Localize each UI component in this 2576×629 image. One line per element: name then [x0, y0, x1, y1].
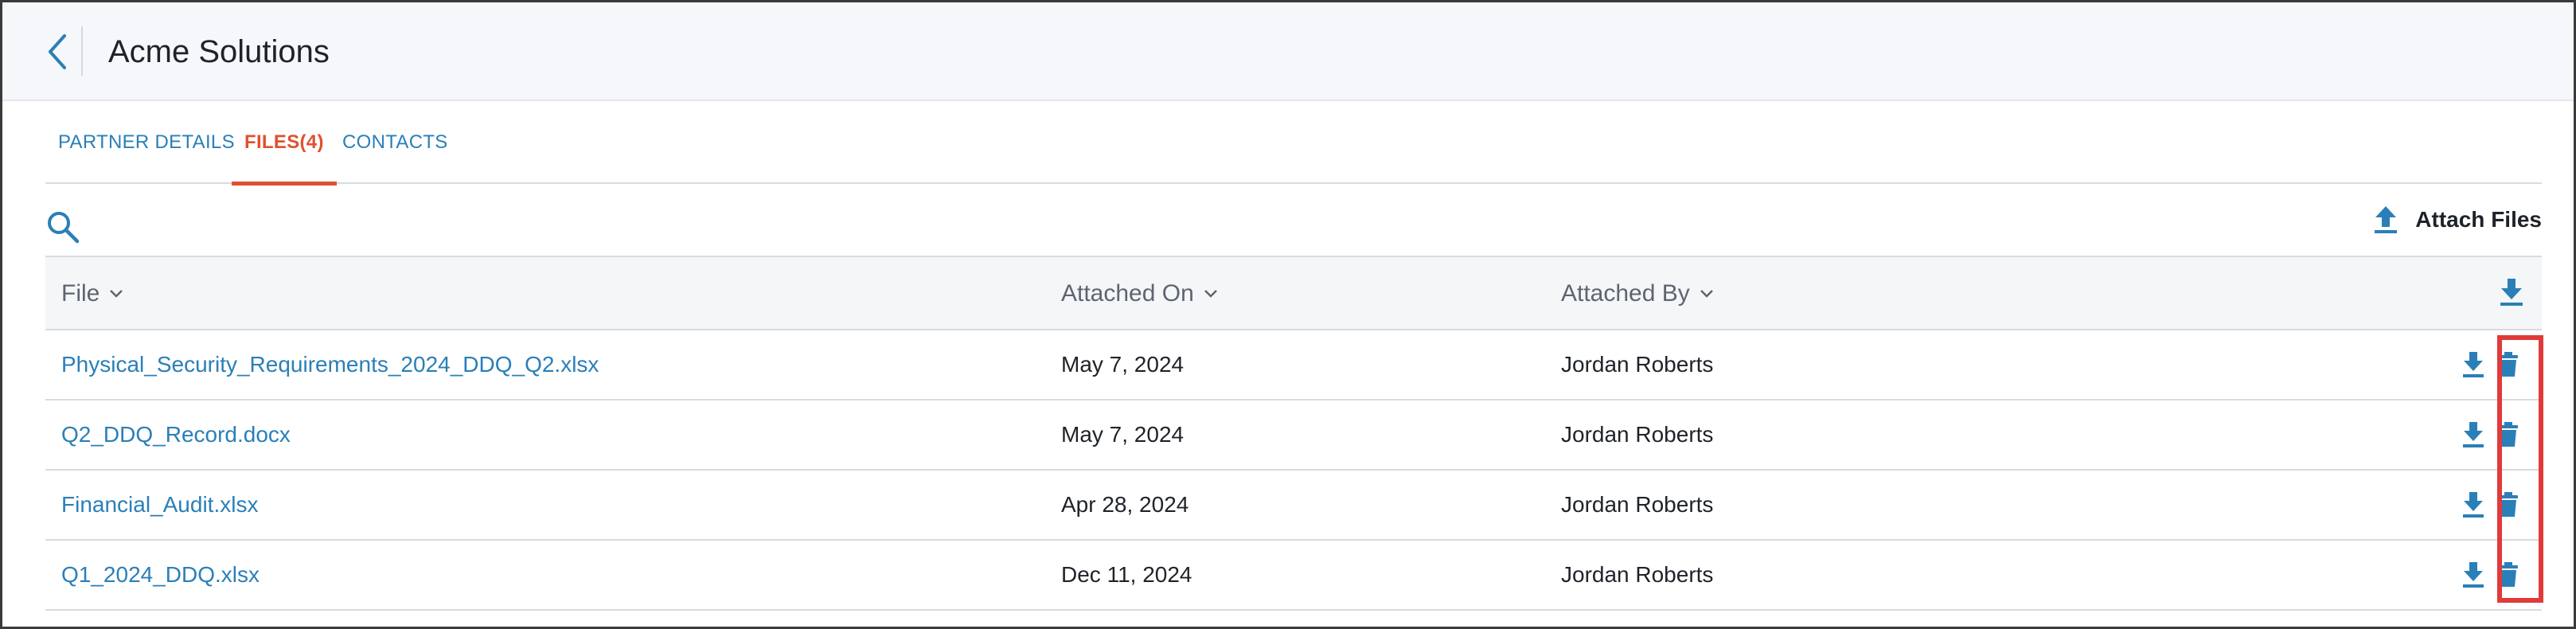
- attached-on-cell: Apr 28, 2024: [1061, 492, 1189, 517]
- tab-partner-details[interactable]: PARTNER DETAILS: [58, 101, 235, 184]
- file-link[interactable]: Q1_2024_DDQ.xlsx: [61, 562, 260, 588]
- tab-files[interactable]: FILES(4): [232, 101, 337, 186]
- column-header-label: File: [61, 280, 100, 307]
- column-header-label: Attached On: [1061, 280, 1194, 307]
- table-row: Q1_2024_DDQ.xlsx Dec 11, 2024 Jordan Rob…: [45, 541, 2542, 611]
- file-cell: Physical_Security_Requirements_2024_DDQ_…: [61, 330, 599, 399]
- page-header: Acme Solutions: [2, 2, 2574, 101]
- delete-file-button[interactable]: [2491, 347, 2526, 382]
- chevron-down-icon: [1204, 290, 1217, 298]
- file-cell: Q1_2024_DDQ.xlsx: [61, 541, 260, 609]
- trash-icon: [2499, 352, 2518, 377]
- page-title: Acme Solutions: [108, 34, 330, 69]
- search-icon: [48, 212, 80, 244]
- row-actions: [2456, 471, 2526, 539]
- column-header-label: Attached By: [1561, 280, 1690, 307]
- table-row: Q2_DDQ_Record.docx May 7, 2024 Jordan Ro…: [45, 400, 2542, 471]
- file-cell: Q2_DDQ_Record.docx: [61, 400, 291, 469]
- download-all-button[interactable]: [2494, 275, 2529, 310]
- search-button[interactable]: [45, 209, 80, 244]
- files-table: File Attached On Attached By Physical_Se…: [45, 256, 2542, 611]
- tab-files-label: FILES(4): [244, 131, 324, 153]
- download-icon: [2463, 422, 2484, 447]
- app-window: Acme Solutions PARTNER DETAILS FILES(4) …: [0, 0, 2576, 629]
- attach-files-label: Attach Files: [2415, 207, 2542, 232]
- attached-by-cell: Jordan Roberts: [1561, 562, 1714, 587]
- column-header-attached-on[interactable]: Attached On: [1061, 257, 1218, 330]
- trash-icon: [2499, 492, 2518, 517]
- download-icon: [2463, 352, 2484, 377]
- delete-file-button[interactable]: [2491, 557, 2526, 592]
- chevron-down-icon: [110, 290, 123, 298]
- chevron-down-icon: [1700, 290, 1713, 298]
- attached-by-cell: Jordan Roberts: [1561, 422, 1714, 447]
- download-file-button[interactable]: [2456, 557, 2491, 592]
- files-toolbar: Attach Files: [45, 187, 2542, 256]
- row-actions: [2456, 330, 2526, 399]
- tab-bar: PARTNER DETAILS FILES(4) CONTACTS: [45, 101, 2542, 186]
- delete-file-button[interactable]: [2491, 487, 2526, 522]
- attached-by-cell: Jordan Roberts: [1561, 492, 1714, 517]
- table-row: Financial_Audit.xlsx Apr 28, 2024 Jordan…: [45, 471, 2542, 541]
- file-link[interactable]: Q2_DDQ_Record.docx: [61, 422, 291, 447]
- row-actions: [2456, 400, 2526, 469]
- row-actions: [2456, 541, 2526, 609]
- attach-files-button[interactable]: Attach Files: [2372, 200, 2542, 240]
- back-button[interactable]: [37, 26, 76, 77]
- header-divider: [81, 26, 83, 76]
- trash-icon: [2499, 422, 2518, 447]
- attached-on-cell: May 7, 2024: [1061, 352, 1185, 377]
- tab-contacts[interactable]: CONTACTS: [342, 101, 448, 184]
- download-file-button[interactable]: [2456, 347, 2491, 382]
- download-file-button[interactable]: [2456, 487, 2491, 522]
- table-header: File Attached On Attached By: [45, 257, 2542, 330]
- chevron-left-icon: [49, 34, 66, 69]
- column-header-file[interactable]: File: [61, 257, 123, 330]
- trash-icon: [2499, 562, 2518, 587]
- attached-on-cell: May 7, 2024: [1061, 422, 1185, 447]
- attached-on-cell: Dec 11, 2024: [1061, 562, 1192, 587]
- download-icon: [2500, 279, 2523, 306]
- upload-icon: [2375, 206, 2398, 233]
- download-file-button[interactable]: [2456, 417, 2491, 452]
- file-link[interactable]: Physical_Security_Requirements_2024_DDQ_…: [61, 352, 599, 377]
- attached-by-cell: Jordan Roberts: [1561, 352, 1714, 377]
- table-row: Physical_Security_Requirements_2024_DDQ_…: [45, 330, 2542, 400]
- file-link[interactable]: Financial_Audit.xlsx: [61, 492, 258, 518]
- column-header-attached-by[interactable]: Attached By: [1561, 257, 1714, 330]
- file-cell: Financial_Audit.xlsx: [61, 471, 258, 539]
- download-icon: [2463, 562, 2484, 588]
- delete-file-button[interactable]: [2491, 417, 2526, 452]
- download-icon: [2463, 492, 2484, 518]
